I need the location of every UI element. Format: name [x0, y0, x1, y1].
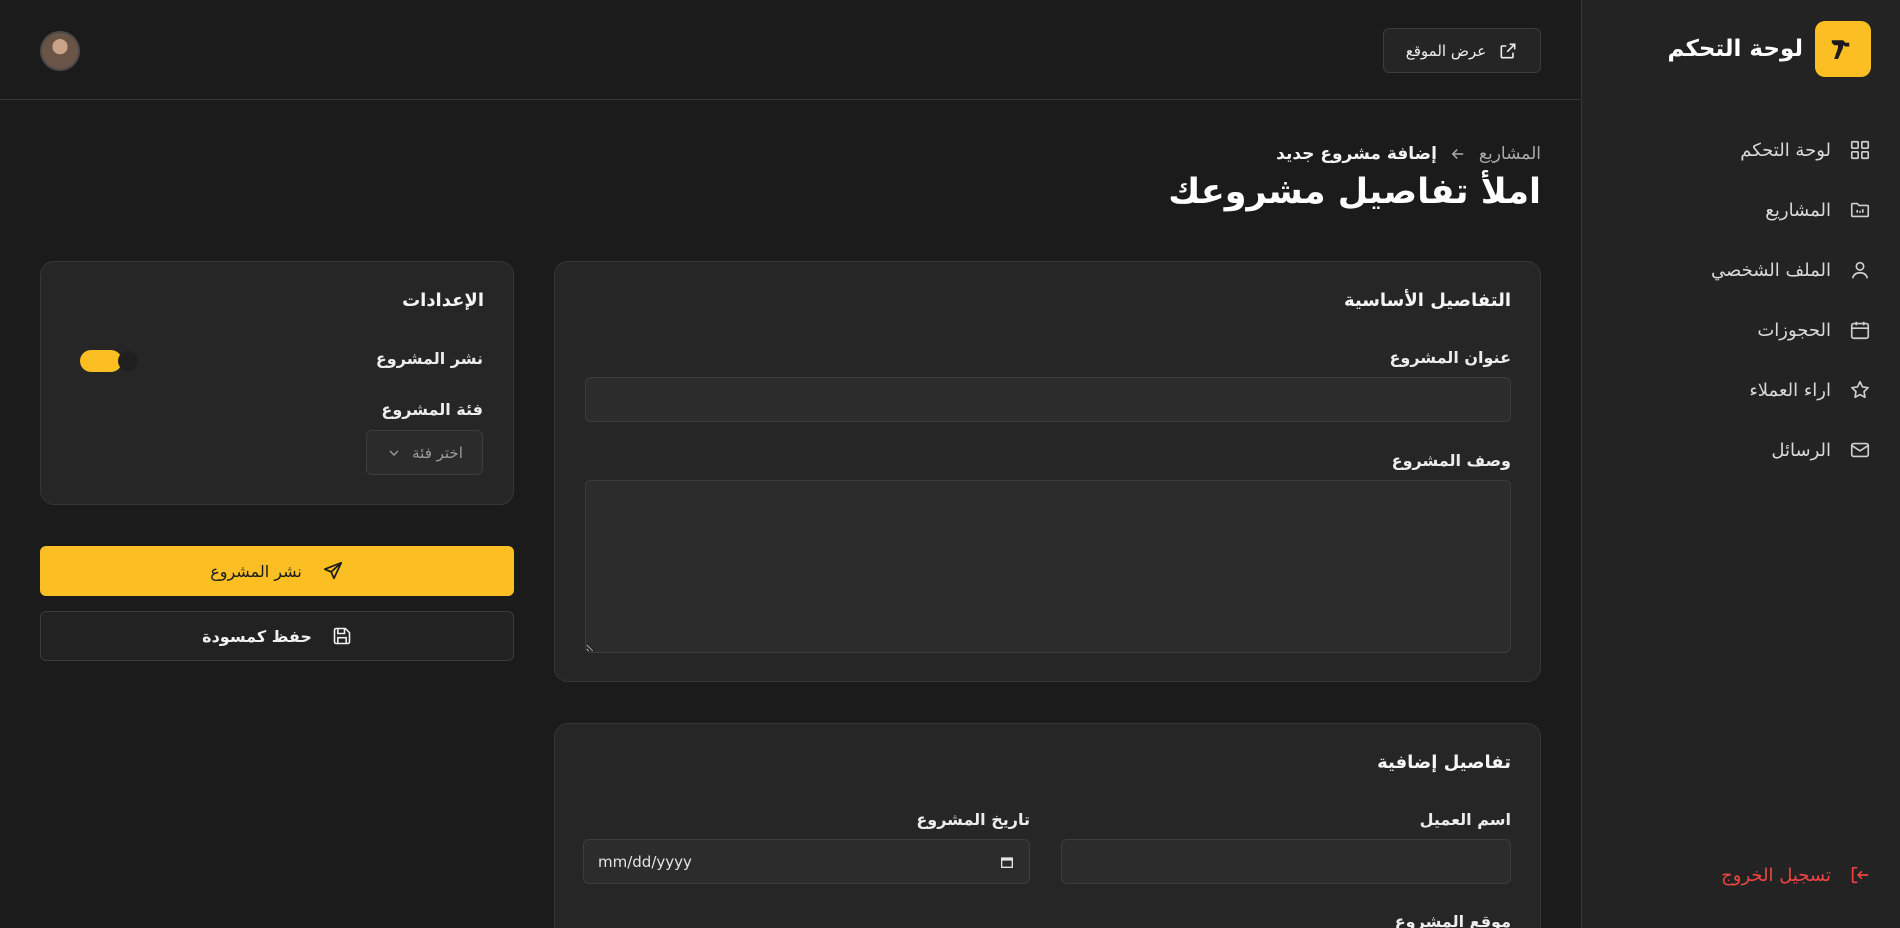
arrow-left-icon	[1449, 145, 1467, 163]
sidebar: لوحة التحكم لوحة التحكم المشاريع الملف ا…	[1581, 0, 1900, 928]
sidebar-item-label: المشاريع	[1765, 199, 1831, 221]
category-label: فئة المشروع	[381, 400, 483, 419]
client-name-input[interactable]	[1061, 839, 1511, 884]
sidebar-item-label: اراء العملاء	[1749, 379, 1831, 401]
project-description-label: وصف المشروع	[1391, 451, 1511, 470]
publish-toggle-label: نشر المشروع	[375, 349, 483, 368]
external-link-icon	[1498, 41, 1518, 61]
client-name-label: اسم العميل	[1419, 810, 1511, 829]
sidebar-nav: لوحة التحكم المشاريع الملف الشخصي الحجوز…	[1609, 120, 1871, 480]
category-select-value: اختر فئة	[412, 443, 463, 462]
logout-icon	[1849, 864, 1871, 886]
breadcrumb: المشاريع إضافة مشروع جديد	[1276, 144, 1541, 164]
star-icon	[1849, 379, 1871, 401]
extra-details-title: تفاصيل إضافية	[1377, 752, 1511, 773]
sidebar-item-messages[interactable]: الرسائل	[1609, 420, 1871, 480]
avatar[interactable]	[40, 31, 80, 71]
basic-details-card: التفاصيل الأساسية عنوان المشروع وصف المش…	[554, 261, 1541, 682]
project-date-input[interactable]: mm/dd/yyyy	[583, 839, 1030, 884]
project-description-textarea[interactable]	[585, 480, 1511, 653]
category-select[interactable]: اختر فئة	[366, 430, 483, 475]
publish-project-button[interactable]: نشر المشروع	[40, 546, 514, 596]
project-title-label: عنوان المشروع	[1389, 348, 1511, 367]
sidebar-item-bookings[interactable]: الحجوزات	[1609, 300, 1871, 360]
toggle-track	[80, 350, 122, 372]
logout-label: تسجيل الخروج	[1721, 864, 1831, 886]
breadcrumb-parent[interactable]: المشاريع	[1479, 144, 1541, 164]
save-draft-button[interactable]: حفظ كمسودة	[40, 611, 514, 661]
folder-icon	[1849, 199, 1871, 221]
user-icon	[1849, 259, 1871, 281]
top-header: عرض الموقع	[0, 0, 1581, 100]
project-title-input[interactable]	[585, 377, 1511, 422]
save-icon	[332, 626, 352, 646]
view-site-button[interactable]: عرض الموقع	[1383, 28, 1541, 73]
page-title: املأ تفاصيل مشروعك	[1168, 172, 1541, 212]
send-icon	[322, 560, 344, 582]
sidebar-item-label: الملف الشخصي	[1711, 259, 1831, 281]
sidebar-item-profile[interactable]: الملف الشخصي	[1609, 240, 1871, 300]
logout-button[interactable]: تسجيل الخروج	[1721, 864, 1871, 886]
sidebar-item-label: الرسائل	[1771, 439, 1831, 461]
publish-project-label: نشر المشروع	[210, 561, 302, 581]
brand-title: لوحة التحكم	[1667, 36, 1803, 62]
sidebar-item-projects[interactable]: المشاريع	[1609, 180, 1871, 240]
project-location-label: موقع المشروع	[1394, 912, 1511, 928]
hammer-icon	[1815, 21, 1871, 77]
dashboard-grid-icon	[1849, 139, 1871, 161]
toggle-knob	[118, 351, 138, 371]
view-site-label: عرض الموقع	[1405, 41, 1487, 60]
sidebar-item-testimonials[interactable]: اراء العملاء	[1609, 360, 1871, 420]
calendar-icon	[1849, 319, 1871, 341]
extra-details-card: تفاصيل إضافية اسم العميل تاريخ المشروع m…	[554, 723, 1541, 928]
sidebar-item-label: لوحة التحكم	[1740, 139, 1831, 161]
publish-toggle[interactable]	[80, 350, 138, 372]
brand[interactable]: لوحة التحكم	[1668, 20, 1871, 78]
basic-details-title: التفاصيل الأساسية	[1343, 290, 1511, 311]
breadcrumb-current: إضافة مشروع جديد	[1276, 144, 1437, 164]
chevron-down-icon	[386, 445, 402, 461]
calendar-picker-icon[interactable]	[999, 854, 1015, 870]
sidebar-item-dashboard[interactable]: لوحة التحكم	[1609, 120, 1871, 180]
project-date-placeholder: mm/dd/yyyy	[598, 852, 692, 871]
sidebar-item-label: الحجوزات	[1757, 319, 1831, 341]
mail-icon	[1849, 439, 1871, 461]
save-draft-label: حفظ كمسودة	[202, 626, 312, 646]
settings-title: الإعدادات	[402, 290, 484, 311]
project-date-label: تاريخ المشروع	[916, 810, 1030, 829]
